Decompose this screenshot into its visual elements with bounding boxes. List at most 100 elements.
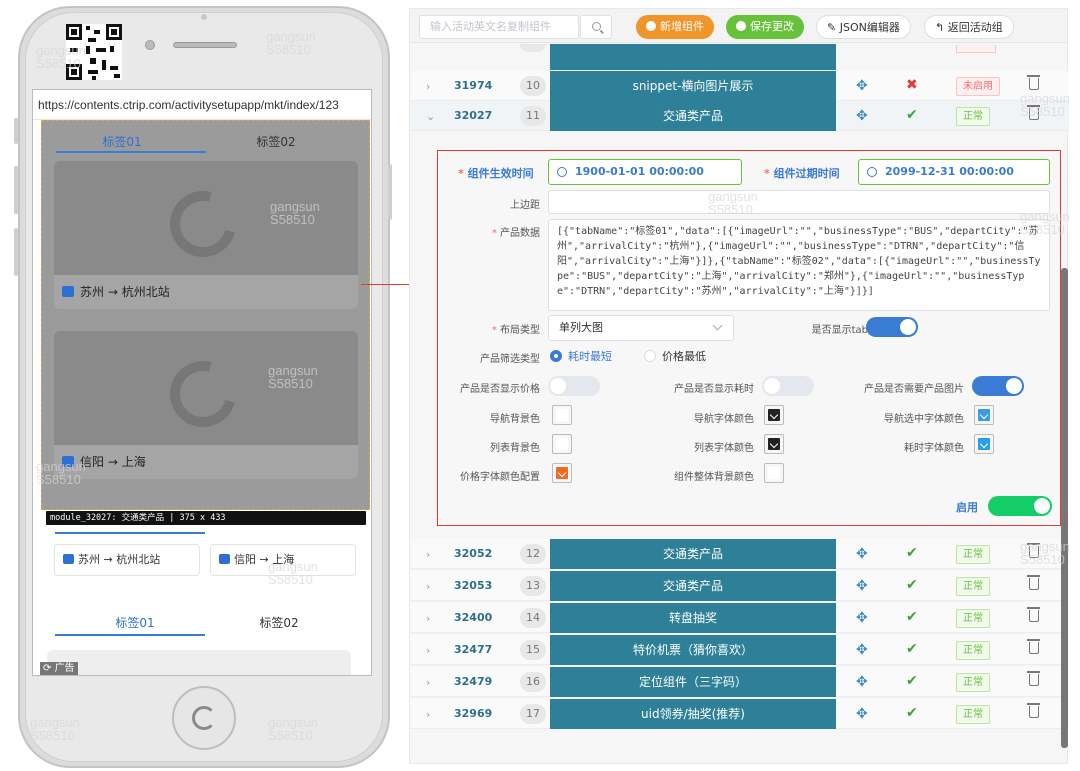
expand-chevron-icon[interactable]: ›: [426, 612, 430, 625]
module-bg-color-picker[interactable]: [764, 463, 784, 483]
component-row[interactable]: › 32969 17 uid领券/抽奖(推荐) ✥ ✔ 正常: [410, 699, 1069, 729]
component-row[interactable]: › 31974 10 snippet-横向图片展示 ✥ ✖ 未启用: [410, 71, 1069, 101]
back-to-group-button[interactable]: ↰ 返回活动组: [924, 15, 1014, 39]
expand-chevron-icon[interactable]: ›: [426, 580, 430, 593]
nav-selected-font-color-picker[interactable]: [974, 405, 994, 425]
save-changes-button[interactable]: 保存更改: [726, 15, 804, 39]
panel-scrollbar[interactable]: [1061, 268, 1068, 748]
show-tab-toggle[interactable]: [866, 317, 918, 337]
list-font-color-picker[interactable]: [764, 434, 784, 454]
enable-toggle[interactable]: [988, 496, 1052, 516]
delete-trash-icon[interactable]: [1027, 575, 1040, 590]
delete-trash-icon[interactable]: [1027, 105, 1040, 120]
show-price-toggle[interactable]: [548, 376, 600, 396]
toggle-knob: [1034, 498, 1050, 514]
phone-screen[interactable]: https://contents.ctrip.com/activitysetup…: [32, 89, 372, 676]
home-button[interactable]: [172, 686, 236, 750]
delete-trash-icon[interactable]: [1027, 543, 1040, 558]
show-time-toggle[interactable]: [762, 376, 814, 396]
search-button[interactable]: [580, 15, 612, 39]
expand-chevron-icon[interactable]: ›: [426, 548, 430, 561]
json-editor-button[interactable]: ✎ JSON编辑器: [816, 15, 911, 39]
list-bg-color-picker[interactable]: [552, 434, 572, 454]
component-id: 32400: [454, 611, 493, 624]
lower-tab-2[interactable]: 标签02: [229, 614, 329, 631]
component-title[interactable]: 转盘抽奖: [550, 603, 836, 633]
product-data-textarea[interactable]: [{"tabName":"标签01","data":[{"imageUrl":"…: [548, 219, 1050, 311]
drag-move-icon[interactable]: ✥: [856, 108, 868, 124]
component-row[interactable]: › 32477 15 特价机票（猜你喜欢） ✥ ✔ 正常: [410, 635, 1069, 665]
nav-font-label: 导航字体颜色: [694, 414, 754, 425]
route-card[interactable]: 苏州 → 杭州北站: [54, 544, 200, 576]
need-image-toggle[interactable]: [972, 376, 1024, 396]
expand-chevron-icon[interactable]: ›: [426, 676, 430, 689]
component-index: 12: [520, 544, 546, 564]
module-tab-2[interactable]: 标签02: [226, 133, 326, 150]
expand-chevron-icon[interactable]: ›: [426, 644, 430, 657]
route-card[interactable]: 信阳 → 上海: [210, 544, 356, 576]
enabled-check-icon: ✔: [906, 577, 918, 593]
product-card[interactable]: 信阳 → 上海: [54, 331, 358, 479]
toggle-knob: [1006, 378, 1022, 394]
train-icon: [219, 554, 230, 564]
component-title[interactable]: 交通类产品: [550, 539, 836, 569]
component-title[interactable]: 交通类产品: [550, 571, 836, 601]
product-data-label-text: 产品数据: [500, 228, 540, 239]
nav-bg-color-picker[interactable]: [552, 405, 572, 425]
start-time-picker[interactable]: 1900-01-01 00:00:00: [548, 159, 742, 185]
drag-move-icon[interactable]: ✥: [856, 578, 868, 594]
url-bar[interactable]: https://contents.ctrip.com/activitysetup…: [33, 90, 371, 120]
expand-chevron-icon[interactable]: ›: [426, 80, 430, 93]
expand-chevron-icon[interactable]: ›: [426, 708, 430, 721]
component-row[interactable]: ⌄ 32027 11 交通类产品 ✥ ✔ 正常: [410, 101, 1069, 131]
margin-top-input[interactable]: [548, 190, 1050, 214]
collapse-chevron-icon[interactable]: ⌄: [426, 110, 435, 123]
component-row[interactable]: › 32400 14 转盘抽奖 ✥ ✔ 正常: [410, 603, 1069, 633]
layout-type-value: 单列大图: [559, 321, 603, 334]
drag-move-icon[interactable]: ✥: [856, 642, 868, 658]
module-tab-underline: [56, 151, 206, 153]
filter-option-shortest[interactable]: 耗时最短: [550, 348, 612, 364]
drag-move-icon[interactable]: ✥: [856, 610, 868, 626]
drag-move-icon[interactable]: ✥: [856, 78, 868, 94]
product-card[interactable]: 苏州 → 杭州北站: [54, 161, 358, 309]
drag-move-icon[interactable]: ✥: [856, 546, 868, 562]
add-component-button[interactable]: 新增组件: [636, 15, 714, 39]
component-title[interactable]: 特价机票（猜你喜欢）: [550, 635, 836, 665]
component-row[interactable]: › 32479 16 定位组件（三字码） ✥ ✔ 正常: [410, 667, 1069, 697]
component-title[interactable]: 交通类产品: [550, 101, 836, 131]
delete-trash-icon[interactable]: [1027, 639, 1040, 654]
edit-icon: ✎: [827, 21, 840, 34]
component-row[interactable]: › 32052 12 交通类产品 ✥ ✔ 正常: [410, 539, 1069, 569]
delete-trash-icon[interactable]: [1027, 703, 1040, 718]
component-row[interactable]: › 32053 13 交通类产品 ✥ ✔ 正常: [410, 571, 1069, 601]
price-font-color-picker[interactable]: [552, 463, 572, 483]
product-card-caption: 苏州 → 杭州北站: [54, 275, 358, 309]
nav-font-color-picker[interactable]: [764, 405, 784, 425]
filter-option-label: 耗时最短: [568, 350, 612, 363]
disabled-x-icon: ✖: [906, 77, 918, 93]
layout-type-select[interactable]: 单列大图: [548, 315, 734, 341]
component-title[interactable]: 定位组件（三字码）: [550, 667, 836, 697]
end-time-picker[interactable]: 2099-12-31 00:00:00: [858, 159, 1050, 185]
component-title[interactable]: snippet-横向图片展示: [550, 71, 836, 101]
component-title[interactable]: uid领券/抽奖(推荐): [550, 699, 836, 729]
drag-move-icon[interactable]: ✥: [856, 706, 868, 722]
status-badge: 未启用: [956, 77, 1000, 96]
delete-trash-icon[interactable]: [1027, 607, 1040, 622]
drag-move-icon[interactable]: ✥: [856, 674, 868, 690]
selected-module-preview[interactable]: 标签01 标签02 苏州 → 杭州北站 信阳 → 上海: [41, 120, 370, 510]
component-id: 32027: [454, 109, 493, 122]
time-font-color-picker[interactable]: [974, 434, 994, 454]
delete-trash-icon[interactable]: [1027, 671, 1040, 686]
status-badge: 正常: [956, 609, 990, 628]
delete-trash-icon[interactable]: [1027, 75, 1040, 90]
search-input[interactable]: 输入活动英文名复制组件: [419, 15, 579, 39]
module-tab-1[interactable]: 标签01: [72, 133, 172, 150]
route-row: 苏州 → 杭州北站 信阳 → 上海: [54, 544, 358, 584]
card-from: 信阳: [80, 455, 105, 469]
lower-tab-1[interactable]: 标签01: [85, 614, 185, 631]
filter-option-cheapest[interactable]: 价格最低: [644, 348, 706, 364]
component-panel: 输入活动英文名复制组件 新增组件 保存更改 ✎ JSON编辑器 ↰ 返回活动组 …: [409, 8, 1069, 764]
show-price-label: 产品是否显示价格: [460, 384, 540, 395]
